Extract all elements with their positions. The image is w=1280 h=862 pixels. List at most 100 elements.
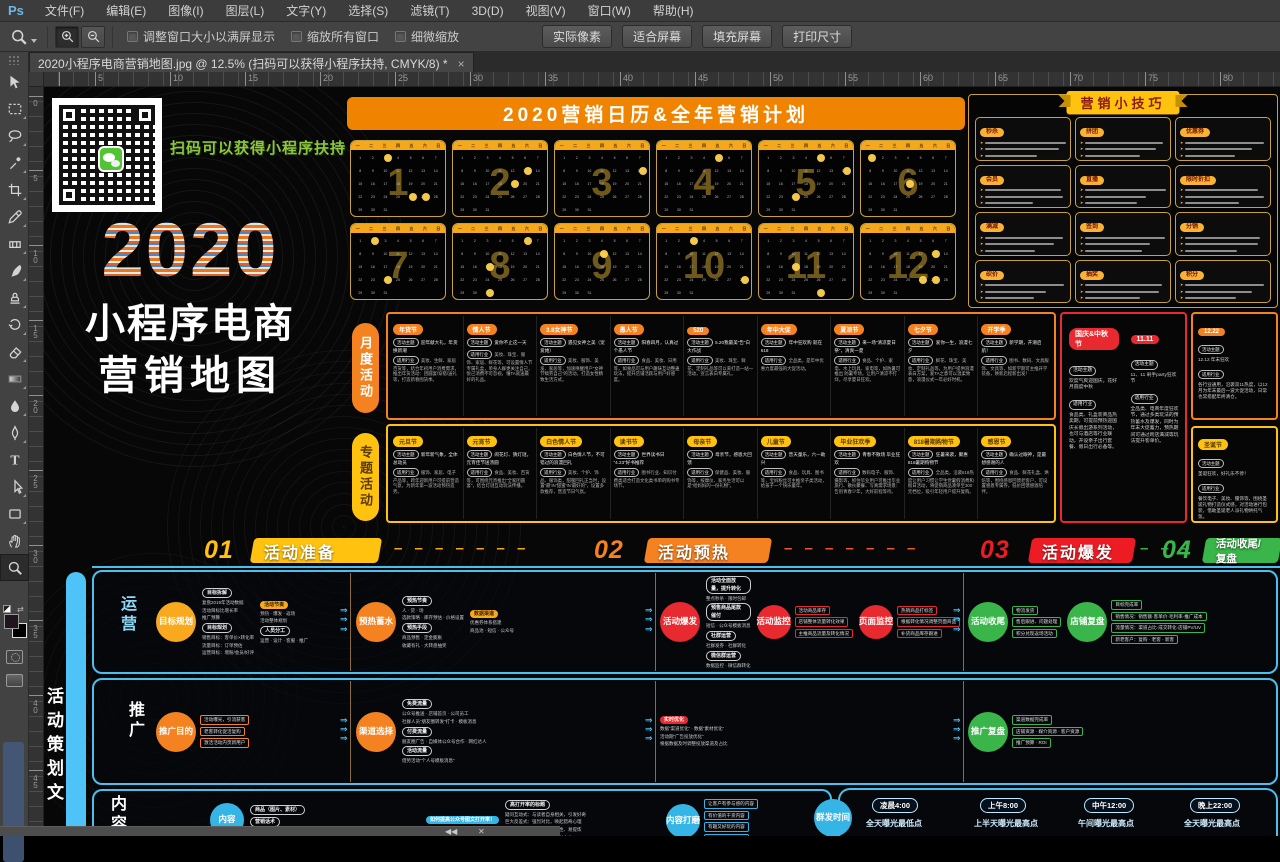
zoom-in-button[interactable] [55, 26, 79, 48]
options-button[interactable]: 适合屏幕 [622, 25, 692, 48]
highlight-date-dot [690, 237, 698, 245]
eyedropper-tool[interactable] [0, 203, 29, 230]
quick-mask-button[interactable] [6, 650, 23, 664]
event-card: 七夕节活动主题 爱你一生，浪漫七夕适用行业 鲜花、珠宝、美妆、定制礼品等，为用户… [905, 316, 979, 416]
shape-tool[interactable] [0, 500, 29, 527]
screen-mode-button[interactable] [6, 674, 23, 687]
menu-编辑[interactable]: 编辑(E) [95, 0, 157, 22]
marquee-tool[interactable] [0, 95, 29, 122]
send-time-note: 全天曝光最高点 [1184, 818, 1240, 829]
lasso-tool[interactable] [0, 122, 29, 149]
tip-label: 积分 [1180, 271, 1204, 280]
gradient-tool[interactable] [0, 365, 29, 392]
event-industry: 各行业通用，沿袭双11热度，以12月为年末最后一波大促活动，日常也常搭配年终清仓… [1198, 382, 1271, 400]
calendar-month-8: 一二三四五六日812345678910111213141516171819202… [452, 223, 548, 300]
mindmap-pill: 预售商品尾款催付 [706, 603, 751, 621]
eraser-tool[interactable] [0, 338, 29, 365]
divider [92, 566, 1280, 568]
menu-选择[interactable]: 选择(S) [337, 0, 399, 22]
menu-视图[interactable]: 视图(V) [515, 0, 577, 22]
bullet-arrow-icon: ➤ [1080, 249, 1083, 253]
menu-文件[interactable]: 文件(F) [34, 0, 95, 22]
bullet-arrow-icon: ➤ [980, 154, 983, 158]
path-select-tool[interactable] [0, 473, 29, 500]
tip-card: 积分➤➤➤ [1175, 260, 1271, 304]
options-button[interactable]: 打印尺寸 [782, 25, 852, 48]
panel-grip[interactable] [8, 55, 20, 65]
mindmap-node: 渠道选择 [356, 712, 396, 752]
option-checkbox[interactable]: 缩放所有窗口 [291, 28, 379, 45]
chevron-down-icon [31, 39, 37, 43]
event-theme: 圣诞狂欢，好礼乐不停！ [1198, 471, 1271, 477]
brush-tool[interactable] [0, 257, 29, 284]
bullet-arrow-icon: ➤ [980, 290, 983, 294]
event-card: 母亲节活动主题 母亲节，感恩大回馈适用行业 保健品、美妆、服饰等，按摩仪、家务生… [684, 428, 758, 519]
clone-stamp-tool[interactable] [0, 284, 29, 311]
event-card: 情人节活动主题 爱你不止这一天适用行业 美妆、珠宝、服饰、家居、鲜花等，可设置情… [464, 316, 538, 416]
option-checkbox[interactable]: 细微缩放 [395, 28, 459, 45]
mindmap-pill: 活动节奏 [260, 601, 288, 609]
magic-wand-tool[interactable] [0, 149, 29, 176]
menu-图层[interactable]: 图层(L) [215, 0, 276, 22]
calendar-month-5: 一二三四五六日512345678910111213141516171819202… [758, 140, 854, 217]
row-label-operations: 运营 [114, 595, 138, 635]
phase-number: 03 [980, 536, 1010, 565]
close-icon[interactable]: ✕ [478, 827, 485, 837]
event-title: 读书节 [614, 436, 644, 447]
zoom-tool[interactable] [0, 554, 29, 581]
document-tab[interactable]: 2020小程序电商营销地图.jpg @ 12.5% (扫码可以获得小程序扶持, … [29, 52, 474, 72]
option-checkbox[interactable]: 调整窗口大小以满屏显示 [127, 28, 275, 45]
industry-tag: 适用行业 [1131, 394, 1158, 404]
event-card: 感恩节活动主题 确认过眼神，是最想感谢的人适用行业 食品、鲜花礼盒、烘焙等，围绕… [978, 428, 1052, 519]
bullet-arrow-icon: ➤ [980, 236, 983, 240]
row-label-promotion: 推广 [122, 701, 146, 741]
bullet-arrow-icon: ➤ [1080, 141, 1083, 145]
history-brush-tool[interactable] [0, 311, 29, 338]
blur-tool[interactable] [0, 392, 29, 419]
menu-滤镜[interactable]: 滤镜(T) [399, 0, 460, 22]
highlight-date-dot [371, 237, 379, 245]
event-title: 开学季 [981, 324, 1011, 335]
bullet-arrow-icon: ➤ [1080, 242, 1083, 246]
default-colors-icon[interactable] [3, 605, 11, 613]
foreground-color-swatch[interactable] [4, 614, 19, 629]
menu-帮助[interactable]: 帮助(H) [642, 0, 705, 22]
menu-窗口[interactable]: 窗口(W) [577, 0, 642, 22]
mindmap-pill: 人员分工 [260, 626, 290, 636]
menu-文字[interactable]: 文字(Y) [275, 0, 337, 22]
rewind-icon[interactable]: ◀◀ [445, 827, 457, 837]
mindmap-pill: 实时优化 [660, 716, 688, 724]
bullet-arrow-icon: ➤ [980, 296, 983, 300]
tab-close-icon[interactable]: × [458, 57, 465, 71]
bullet-arrow-icon: ➤ [1180, 290, 1183, 294]
horizontal-ruler: 5101520253035404550556065707580 [44, 72, 1280, 87]
svg-text:T: T [10, 452, 19, 467]
crop-tool[interactable] [0, 176, 29, 203]
tool-options-bar: 调整窗口大小以满屏显示缩放所有窗口细微缩放 实际像素适合屏幕填充屏幕打印尺寸 [0, 22, 1280, 52]
zoom-tool-preset[interactable] [0, 28, 41, 46]
menu-3D[interactable]: 3D(D) [461, 0, 515, 22]
document-canvas[interactable]: 扫码可以获得小程序扶持 2020 小程序电商 营销地图 2020营销日历&全年营… [44, 87, 1280, 836]
theme-tag: 活动主题 [1069, 366, 1096, 376]
event-card: 818暑期购物节活动主题 狂暑来袭，聚惠818暑期购物节适用行业 全品类，沿袭6… [905, 428, 979, 519]
hand-tool[interactable] [0, 527, 29, 554]
phase-header-band: 01活动准备02活动预热03活动爆发04活动收尾/复盘– – – – – – –… [44, 536, 1280, 566]
menu-图像[interactable]: 图像(I) [157, 0, 214, 22]
move-tool[interactable] [0, 68, 29, 95]
bullet-arrow-icon: ➤ [980, 188, 983, 192]
bullet-arrow-icon: ➤ [1080, 303, 1083, 304]
pen-tool[interactable] [0, 419, 29, 446]
event-title: 3.8女神节 [540, 324, 578, 335]
swap-colors-icon[interactable]: ⇄ [17, 605, 24, 614]
options-button[interactable]: 实际像素 [542, 25, 612, 48]
zoom-out-button[interactable] [81, 26, 105, 48]
mindmap-pill: 目标拆解 [202, 588, 232, 598]
bullet-arrow-icon: ➤ [1180, 296, 1183, 300]
phase-flag: 活动收尾/复盘 [1202, 538, 1280, 563]
options-button[interactable]: 填充屏幕 [702, 25, 772, 48]
patch-tool[interactable] [0, 230, 29, 257]
mindmap-pill: 如何提高公众号图文打开率！ [426, 816, 499, 824]
type-tool[interactable]: T [0, 446, 29, 473]
tip-card: 直播➤➤➤➤ [1075, 165, 1171, 209]
calendar-banner: 2020营销日历&全年营销计划 [347, 97, 965, 130]
